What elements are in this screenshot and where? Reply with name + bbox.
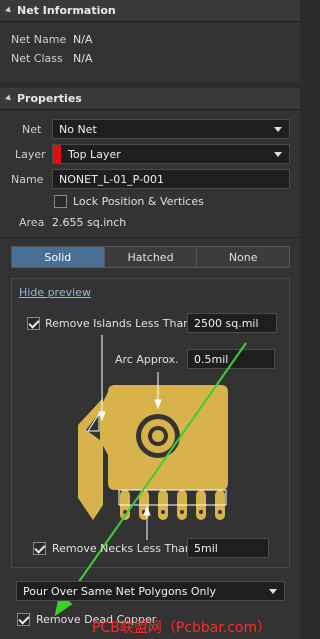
remove-necks-row[interactable]: Remove Necks Less Than bbox=[33, 542, 192, 555]
remove-necks-field[interactable]: 5mil bbox=[187, 538, 269, 558]
chevron-down-icon bbox=[269, 589, 277, 594]
pour-over-dropdown[interactable]: Pour Over Same Net Polygons Only bbox=[16, 581, 285, 601]
remove-necks-checkbox[interactable] bbox=[33, 542, 46, 555]
remove-necks-value: 5mil bbox=[194, 541, 218, 555]
pour-over-value: Pour Over Same Net Polygons Only bbox=[23, 584, 217, 598]
watermark-text: PCB联盟网（Pcbbar.com） bbox=[92, 620, 272, 636]
remove-dead-copper-checkbox[interactable] bbox=[17, 613, 30, 626]
remove-necks-label: Remove Necks Less Than bbox=[52, 542, 192, 555]
